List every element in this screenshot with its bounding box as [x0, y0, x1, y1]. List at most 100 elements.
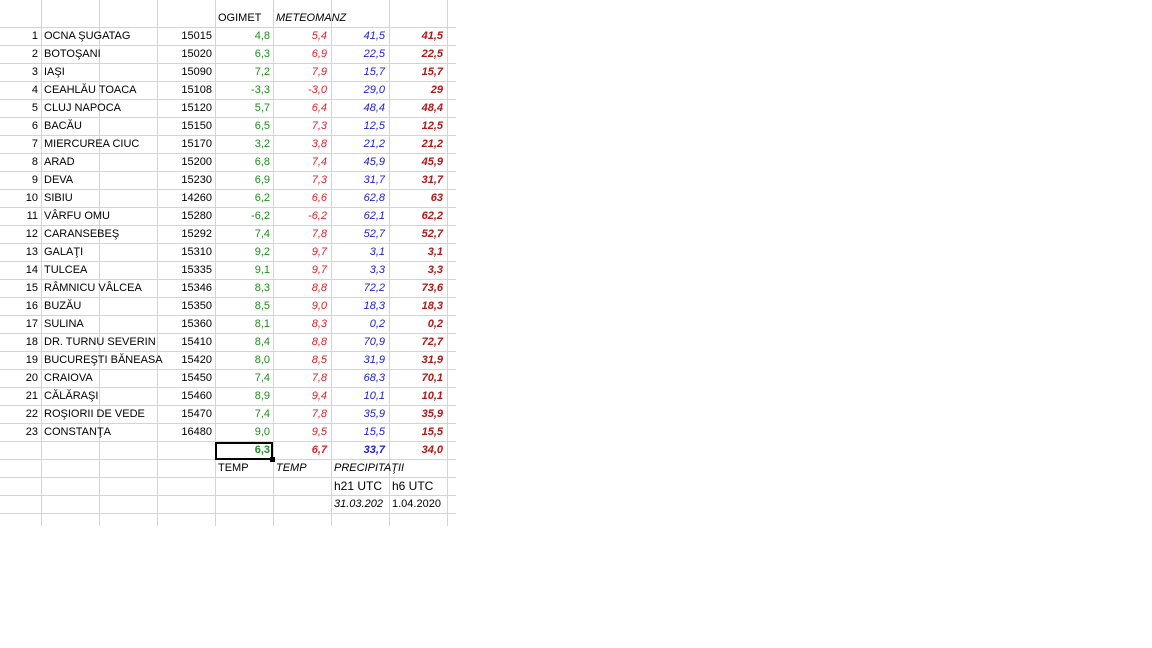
row-number-cell[interactable]: 14 — [0, 262, 40, 280]
precip-h6-cell[interactable]: 45,9 — [389, 154, 447, 172]
station-name-cell[interactable]: CONSTANŢA — [43, 424, 158, 442]
precip-h6-cell[interactable]: 22,5 — [389, 46, 447, 64]
precip-h21-cell[interactable]: 70,9 — [331, 334, 389, 352]
ogimet-temp-cell[interactable]: 6,5 — [215, 118, 273, 136]
precip-h6-cell[interactable]: 21,2 — [389, 136, 447, 154]
station-name-cell[interactable]: CEAHLĂU TOACA — [43, 82, 158, 100]
precip-h21-cell[interactable]: 48,4 — [331, 100, 389, 118]
precip-h21-cell[interactable]: 72,2 — [331, 280, 389, 298]
row-number-cell[interactable]: 16 — [0, 298, 40, 316]
meteomanz-temp-cell[interactable]: 8,8 — [273, 334, 331, 352]
date-h21-label[interactable]: 31.03.202 — [331, 496, 392, 514]
station-id-cell[interactable]: 15108 — [158, 82, 215, 100]
precip-h6-cell[interactable]: 62,2 — [389, 208, 447, 226]
precip-average-cell[interactable]: 33,7 — [331, 442, 389, 460]
precip-h21-cell[interactable]: 0,2 — [331, 316, 389, 334]
ogimet-temp-cell[interactable]: 9,2 — [215, 244, 273, 262]
meteomanz-temp-cell[interactable]: 8,8 — [273, 280, 331, 298]
station-name-cell[interactable]: BACĂU — [43, 118, 158, 136]
precip-h21-cell[interactable]: 62,1 — [331, 208, 389, 226]
precip-h6-cell[interactable]: 15,7 — [389, 64, 447, 82]
station-name-cell[interactable]: ARAD — [43, 154, 158, 172]
meteomanz-temp-cell[interactable]: -3,0 — [273, 82, 331, 100]
ogimet-temp-cell[interactable]: 7,4 — [215, 226, 273, 244]
precip-h6-cell[interactable]: 73,6 — [389, 280, 447, 298]
precip-h6-cell[interactable]: 3,1 — [389, 244, 447, 262]
precip-h6-average-cell[interactable]: 34,0 — [389, 442, 447, 460]
station-name-cell[interactable]: BOTOŞANI — [43, 46, 158, 64]
station-name-cell[interactable]: CRAIOVA — [43, 370, 158, 388]
station-id-cell[interactable]: 15292 — [158, 226, 215, 244]
meteomanz-temp-cell[interactable]: 3,8 — [273, 136, 331, 154]
station-id-cell[interactable]: 15280 — [158, 208, 215, 226]
precip-h6-cell[interactable]: 70,1 — [389, 370, 447, 388]
precip-h21-cell[interactable]: 35,9 — [331, 406, 389, 424]
ogimet-temp-cell[interactable]: 3,2 — [215, 136, 273, 154]
station-name-cell[interactable]: TULCEA — [43, 262, 158, 280]
precipitation-label[interactable]: PRECIPITAŢII — [331, 460, 454, 478]
precip-h6-cell[interactable]: 48,4 — [389, 100, 447, 118]
meteomanz-temp-cell[interactable]: 9,0 — [273, 298, 331, 316]
date-h6-label[interactable]: 1.04.2020 — [389, 496, 450, 514]
ogimet-temp-cell[interactable]: -6,2 — [215, 208, 273, 226]
ogimet-temp-cell[interactable]: 7,4 — [215, 370, 273, 388]
station-id-cell[interactable]: 15230 — [158, 172, 215, 190]
station-id-cell[interactable]: 15460 — [158, 388, 215, 406]
row-number-cell[interactable]: 10 — [0, 190, 40, 208]
station-id-cell[interactable]: 15090 — [158, 64, 215, 82]
station-id-cell[interactable]: 15310 — [158, 244, 215, 262]
meteomanz-temp-cell[interactable]: 8,3 — [273, 316, 331, 334]
meteomanz-temp-cell[interactable]: 7,3 — [273, 118, 331, 136]
row-number-cell[interactable]: 13 — [0, 244, 40, 262]
station-name-cell[interactable]: SULINA — [43, 316, 158, 334]
ogimet-temp-cell[interactable]: 8,9 — [215, 388, 273, 406]
precip-h6-cell[interactable]: 63 — [389, 190, 447, 208]
station-name-cell[interactable]: VÂRFU OMU — [43, 208, 158, 226]
precip-h21-cell[interactable]: 3,3 — [331, 262, 389, 280]
precip-h21-cell[interactable]: 12,5 — [331, 118, 389, 136]
precip-h21-cell[interactable]: 41,5 — [331, 28, 389, 46]
meteomanz-header[interactable]: METEOMANZ — [276, 10, 346, 28]
station-id-cell[interactable]: 15346 — [158, 280, 215, 298]
ogimet-temp-cell[interactable]: 7,4 — [215, 406, 273, 424]
station-id-cell[interactable]: 16480 — [158, 424, 215, 442]
row-number-cell[interactable]: 11 — [0, 208, 40, 226]
precip-h6-cell[interactable]: 3,3 — [389, 262, 447, 280]
meteomanz-temp-cell[interactable]: 9,5 — [273, 424, 331, 442]
station-id-cell[interactable]: 15015 — [158, 28, 215, 46]
station-id-cell[interactable]: 15470 — [158, 406, 215, 424]
station-id-cell[interactable]: 15410 — [158, 334, 215, 352]
precip-h21-cell[interactable]: 21,2 — [331, 136, 389, 154]
row-number-cell[interactable]: 6 — [0, 118, 40, 136]
precip-h6-cell[interactable]: 0,2 — [389, 316, 447, 334]
row-number-cell[interactable]: 3 — [0, 64, 40, 82]
meteomanz-temp-cell[interactable]: 7,4 — [273, 154, 331, 172]
temp-meteomanz-label[interactable]: TEMP — [273, 460, 334, 478]
meteomanz-temp-cell[interactable]: 5,4 — [273, 28, 331, 46]
precip-h21-cell[interactable]: 52,7 — [331, 226, 389, 244]
precip-h6-cell[interactable]: 29 — [389, 82, 447, 100]
precip-h21-cell[interactable]: 15,7 — [331, 64, 389, 82]
ogimet-temp-cell[interactable]: 9,0 — [215, 424, 273, 442]
precip-h6-cell[interactable]: 18,3 — [389, 298, 447, 316]
precip-h6-cell[interactable]: 15,5 — [389, 424, 447, 442]
ogimet-average-cell[interactable]: 6,3 — [215, 442, 273, 460]
meteomanz-temp-cell[interactable]: 8,5 — [273, 352, 331, 370]
station-name-cell[interactable]: BUCUREŞTI BĂNEASA — [43, 352, 163, 370]
row-number-cell[interactable]: 9 — [0, 172, 40, 190]
meteomanz-temp-cell[interactable]: 7,8 — [273, 226, 331, 244]
precip-h21-cell[interactable]: 45,9 — [331, 154, 389, 172]
station-name-cell[interactable]: CARANSEBEŞ — [43, 226, 158, 244]
ogimet-temp-cell[interactable]: 6,8 — [215, 154, 273, 172]
meteomanz-average-cell[interactable]: 6,7 — [273, 442, 331, 460]
station-name-cell[interactable]: RÂMNICU VÂLCEA — [43, 280, 158, 298]
precip-h6-cell[interactable]: 72,7 — [389, 334, 447, 352]
meteomanz-temp-cell[interactable]: 6,6 — [273, 190, 331, 208]
ogimet-temp-cell[interactable]: 4,8 — [215, 28, 273, 46]
station-id-cell[interactable]: 15360 — [158, 316, 215, 334]
meteomanz-temp-cell[interactable]: 9,4 — [273, 388, 331, 406]
station-id-cell[interactable]: 15120 — [158, 100, 215, 118]
ogimet-temp-cell[interactable]: 8,5 — [215, 298, 273, 316]
meteomanz-temp-cell[interactable]: 9,7 — [273, 262, 331, 280]
row-number-cell[interactable]: 12 — [0, 226, 40, 244]
